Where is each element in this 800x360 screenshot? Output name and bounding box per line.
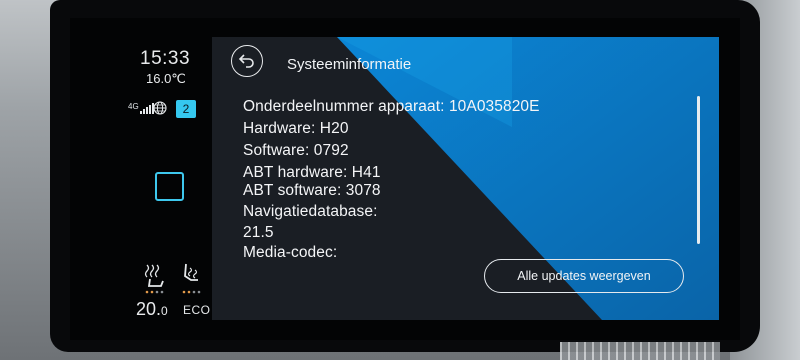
page-title: Systeeminformatie bbox=[287, 56, 412, 73]
info-software: Software: 0792 bbox=[243, 142, 349, 159]
info-abt-hardware: ABT hardware: H41 bbox=[243, 164, 381, 181]
eco-mode-label[interactable]: ECO bbox=[183, 303, 211, 317]
climate-temperature[interactable]: 20.0 bbox=[136, 299, 168, 320]
temp-setpoint-main: 20. bbox=[136, 299, 162, 319]
seat-heating-right-icon[interactable] bbox=[178, 262, 206, 296]
vent-trim bbox=[560, 342, 720, 360]
info-navigation-database-version: 21.5 bbox=[243, 224, 274, 241]
network-type: 4G bbox=[128, 102, 139, 111]
temp-setpoint-decimal: 0 bbox=[161, 304, 168, 318]
back-button[interactable] bbox=[231, 45, 263, 77]
info-abt-software: ABT software: 3078 bbox=[243, 182, 381, 199]
seat-heating-left-icon[interactable] bbox=[141, 262, 169, 296]
back-arrow-icon bbox=[238, 54, 254, 68]
scrollbar[interactable] bbox=[697, 96, 700, 244]
signal-strength-icon bbox=[140, 102, 154, 114]
clock: 15:33 bbox=[140, 48, 191, 69]
info-part-number: Onderdeelnummer apparaat: 10A035820E bbox=[243, 98, 540, 115]
all-updates-button[interactable]: Alle updates weergeven bbox=[484, 259, 684, 293]
outside-temperature: 16.0℃ bbox=[146, 71, 186, 86]
info-media-codec: Media-codec: bbox=[243, 244, 338, 261]
info-navigation-database-label: Navigatiedatabase: bbox=[243, 203, 378, 220]
home-button[interactable] bbox=[155, 172, 184, 201]
globe-icon bbox=[153, 101, 167, 115]
info-hardware: Hardware: H20 bbox=[243, 120, 349, 137]
notification-badge[interactable]: 2 bbox=[176, 100, 196, 118]
